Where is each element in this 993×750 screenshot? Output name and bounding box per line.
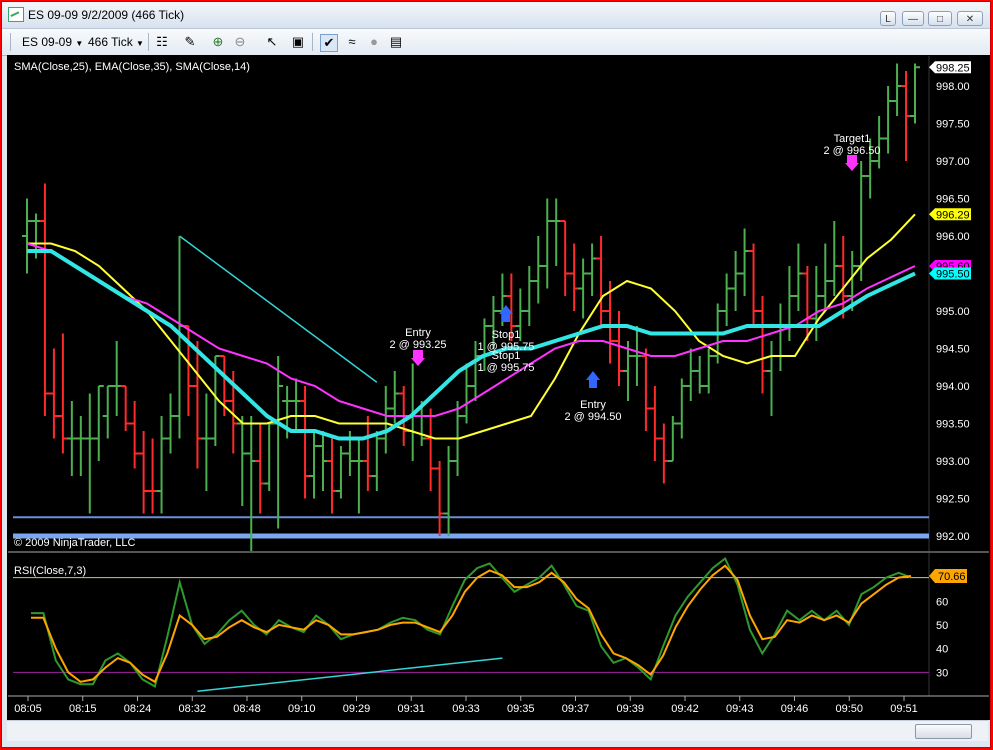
chevron-down-icon: ▼ xyxy=(136,39,144,48)
indicator-title: SMA(Close,25), EMA(Close,35), SMA(Close,… xyxy=(14,61,250,73)
time-tick-label: 09:43 xyxy=(726,703,754,715)
instrument-selector[interactable]: ES 09-09 ▼ xyxy=(22,33,83,51)
time-tick-label: 08:15 xyxy=(69,703,97,715)
toolbar-grip xyxy=(10,33,11,51)
price-tag-label: 995.50 xyxy=(936,269,970,281)
price-tick-label: 996.00 xyxy=(936,231,970,243)
chart-canvas[interactable]: 998.00 997.50 997.00 996.50 996.00 995.50 995.… xyxy=(7,55,990,720)
rsi-title: RSI(Close,7,3) xyxy=(14,565,86,577)
price-tick-label: 993.00 xyxy=(936,456,970,468)
marker-label: Target1 xyxy=(834,133,871,145)
marker-label: Stop1 xyxy=(492,350,521,362)
chart-app-icon xyxy=(8,7,24,22)
time-tick-label: 09:10 xyxy=(288,703,316,715)
time-tick-label: 09:46 xyxy=(781,703,809,715)
data-box-icon[interactable]: ▤ xyxy=(388,34,404,50)
time-tick-label: 09:42 xyxy=(671,703,699,715)
time-tick-label: 09:29 xyxy=(343,703,371,715)
price-tick-label: 992.50 xyxy=(936,494,970,506)
title-bar: ES 09-09 9/2/2009 (466 Tick) L — □ ✕ xyxy=(2,2,990,29)
copyright-text: © 2009 NinjaTrader, LLC xyxy=(14,537,135,549)
time-tick-label: 08:32 xyxy=(178,703,206,715)
moving-average-line xyxy=(27,249,916,441)
price-tag-label: 996.29 xyxy=(936,209,970,221)
time-tick-label: 09:37 xyxy=(562,703,590,715)
horizontal-scrollbar[interactable] xyxy=(7,720,988,741)
window-title: ES 09-09 9/2/2009 (466 Tick) xyxy=(28,8,185,22)
entry-arrow-icon xyxy=(845,155,859,171)
marker-value: 2 @ 994.50 xyxy=(564,411,621,423)
strategy-icon[interactable]: ✔ xyxy=(320,34,338,52)
rsi-value-label: 70.66 xyxy=(938,571,966,583)
period-label: 466 Tick xyxy=(88,35,133,49)
price-tick-label: 995.00 xyxy=(936,306,970,318)
price-tick-label: 993.50 xyxy=(936,419,970,431)
bar-style-icon[interactable]: ☷ xyxy=(154,34,170,50)
price-tag-label: 998.25 xyxy=(936,62,970,74)
instrument-label: ES 09-09 xyxy=(22,35,73,49)
close-icon[interactable]: ✕ xyxy=(957,11,983,26)
indicators-icon[interactable]: ≈ xyxy=(344,34,360,50)
zoom-in-icon[interactable]: ⊕ xyxy=(210,34,226,50)
properties-icon[interactable]: ▣ xyxy=(290,34,306,50)
marker-value: 2 @ 996.50 xyxy=(823,145,880,157)
stop-arrow-icon xyxy=(586,371,600,388)
marker-value: 2 @ 993.25 xyxy=(389,339,446,351)
zoom-out-icon[interactable]: ⊖ xyxy=(232,34,248,50)
time-tick-label: 09:51 xyxy=(890,703,918,715)
rsi-trend-line xyxy=(197,657,503,693)
price-tick-label: 997.00 xyxy=(936,156,970,168)
marker-label: Stop1 xyxy=(492,329,521,341)
chart-svg[interactable]: 998.00 997.50 997.00 996.50 996.00 995.50 995.… xyxy=(8,56,989,719)
maximize-icon[interactable]: □ xyxy=(928,11,952,26)
moving-average-line xyxy=(26,242,916,417)
rsi-tick-label: 50 xyxy=(936,620,948,632)
time-tick-label: 09:33 xyxy=(452,703,480,715)
price-tick-label: 996.50 xyxy=(936,194,970,206)
chart-toolbar: ES 09-09 ▼ 466 Tick ▼ ☷ ✎ ⊕ ⊖ ↖ ▣ ✔ ≈ ● … xyxy=(2,29,990,56)
rsi-line xyxy=(31,564,912,684)
time-tick-label: 08:48 xyxy=(233,703,261,715)
marker-value: 1 @ 995.75 xyxy=(477,362,534,374)
marker-label: Entry xyxy=(580,399,606,411)
price-tick-label: 997.50 xyxy=(936,119,970,131)
marker-label: Entry xyxy=(405,327,431,339)
pointer-icon[interactable]: ↖ xyxy=(264,34,280,50)
period-selector[interactable]: 466 Tick ▼ xyxy=(88,33,144,51)
chart-trader-icon[interactable]: ● xyxy=(366,34,382,50)
rsi-tick-label: 30 xyxy=(936,667,948,679)
toolbar-separator xyxy=(148,33,149,51)
scrollbar-thumb[interactable] xyxy=(915,724,972,739)
price-tick-label: 994.50 xyxy=(936,344,970,356)
drawing-tool-icon[interactable]: ✎ xyxy=(182,34,198,50)
price-tick-label: 992.00 xyxy=(936,531,970,543)
price-tick-label: 994.00 xyxy=(936,381,970,393)
time-tick-label: 08:24 xyxy=(124,703,152,715)
rsi-tick-label: 60 xyxy=(936,596,948,608)
time-tick-label: 08:05 xyxy=(14,703,42,715)
time-tick-label: 09:50 xyxy=(835,703,863,715)
time-tick-label: 09:39 xyxy=(616,703,644,715)
chart-window: ES 09-09 9/2/2009 (466 Tick) L — □ ✕ ES … xyxy=(1,1,991,748)
rsi-tick-label: 40 xyxy=(936,644,948,656)
toolbar-separator xyxy=(312,33,313,51)
time-tick-label: 09:35 xyxy=(507,703,535,715)
price-tick-label: 998.00 xyxy=(936,81,970,93)
time-tick-label: 09:31 xyxy=(397,703,425,715)
chevron-down-icon: ▼ xyxy=(75,39,84,48)
minimize-icon[interactable]: — xyxy=(902,11,924,26)
link-button[interactable]: L xyxy=(880,11,896,26)
